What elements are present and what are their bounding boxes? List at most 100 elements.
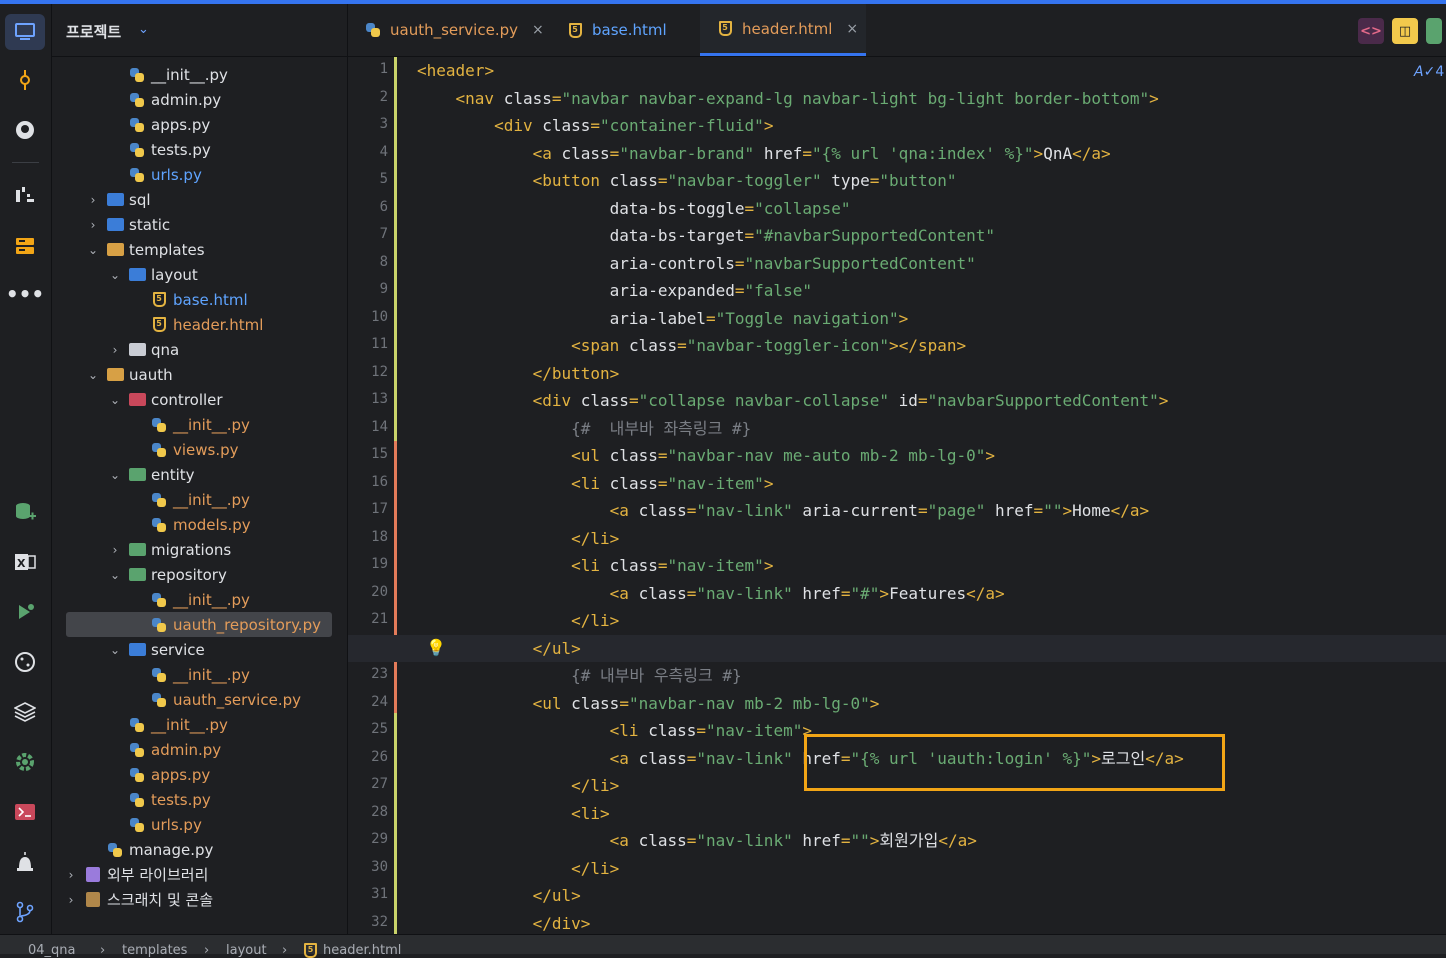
code-line[interactable]: <div class="container-fluid">	[348, 112, 1446, 139]
tree-item[interactable]: uauth_repository.py	[66, 612, 332, 637]
code-line[interactable]: </li>	[348, 855, 1446, 882]
structure-icon[interactable]	[5, 228, 45, 264]
split-view-icon[interactable]	[1426, 18, 1442, 44]
tab-uauth-service[interactable]: uauth_service.py ×	[364, 4, 544, 56]
tree-item[interactable]: tests.py	[52, 787, 342, 812]
tab-base-html[interactable]: 5 base.html	[566, 4, 667, 56]
tree-item[interactable]: apps.py	[52, 112, 342, 137]
tree-item[interactable]: › 외부 라이브러리	[52, 862, 342, 887]
commit-icon[interactable]	[5, 62, 45, 98]
code-line[interactable]: aria-label="Toggle navigation">	[348, 305, 1446, 332]
tree-item[interactable]: admin.py	[52, 737, 342, 762]
code-line[interactable]: data-bs-toggle="collapse"	[348, 195, 1446, 222]
more-tools-icon[interactable]: •••	[5, 276, 45, 312]
chevron-down-icon[interactable]: ⌄	[108, 568, 122, 582]
breadcrumb-layout[interactable]: layout	[226, 943, 267, 958]
tree-item[interactable]: __init__.py	[52, 62, 342, 87]
chevron-down-icon[interactable]: ⌄	[86, 368, 100, 382]
tree-item[interactable]: __init__.py	[52, 712, 342, 737]
chevron-right-icon[interactable]: ›	[86, 193, 100, 207]
chevron-right-icon[interactable]: ›	[64, 893, 78, 907]
tree-item[interactable]: ⌄ repository	[52, 562, 342, 587]
code-line[interactable]: <button class="navbar-toggler" type="but…	[348, 167, 1446, 194]
tree-item[interactable]: urls.py	[52, 162, 342, 187]
tree-item[interactable]: › qna	[52, 337, 342, 362]
breadcrumb-file[interactable]: 5 header.html	[304, 943, 401, 958]
project-view-icon[interactable]	[5, 14, 45, 50]
tree-item[interactable]: __init__.py	[52, 412, 342, 437]
tree-item[interactable]: urls.py	[52, 812, 342, 837]
chevron-down-icon[interactable]: ⌄	[86, 243, 100, 257]
chevron-down-icon[interactable]: ⌄	[138, 22, 149, 37]
chevron-right-icon[interactable]: ›	[108, 343, 122, 357]
code-line[interactable]: <header>	[348, 57, 1446, 84]
tree-item[interactable]: apps.py	[52, 762, 342, 787]
terminal-icon[interactable]	[5, 794, 45, 830]
tree-item[interactable]: ⌄ uauth	[52, 362, 342, 387]
code-line[interactable]: <li class="nav-item">	[348, 470, 1446, 497]
python-console-icon[interactable]	[5, 644, 45, 680]
code-line[interactable]: {# 내부바 좌측링크 #}	[348, 415, 1446, 442]
code-editor[interactable]: 1234567891011121314151617181920212223242…	[348, 57, 1446, 934]
tree-item[interactable]: ⌄ templates	[52, 237, 342, 262]
inspection-widget[interactable]: A✓4	[1414, 64, 1444, 80]
breadcrumb-project[interactable]: 04_qna	[28, 943, 76, 958]
project-panel-title[interactable]: 프로젝트	[66, 21, 121, 42]
tree-item[interactable]: › 스크래치 및 콘솔	[52, 887, 342, 912]
code-line[interactable]: </div>	[348, 910, 1446, 935]
tree-item[interactable]: __init__.py	[52, 487, 342, 512]
tree-item[interactable]: › sql	[52, 187, 342, 212]
code-line[interactable]: <div class="collapse navbar-collapse" id…	[348, 387, 1446, 414]
tree-item[interactable]: admin.py	[52, 87, 342, 112]
code-line[interactable]: {# 내부바 우측링크 #}	[348, 662, 1446, 689]
code-line[interactable]: aria-controls="navbarSupportedContent"	[348, 250, 1446, 277]
tree-item[interactable]: manage.py	[52, 837, 342, 862]
tree-item[interactable]: › static	[52, 212, 342, 237]
tree-item[interactable]: ⌄ service	[52, 637, 342, 662]
tree-item[interactable]: › migrations	[52, 537, 342, 562]
code-line[interactable]: </li>	[348, 525, 1446, 552]
tree-item[interactable]: models.py	[52, 512, 342, 537]
layers-icon[interactable]	[5, 694, 45, 730]
code-line[interactable]: <ul class="navbar-nav me-auto mb-2 mb-lg…	[348, 442, 1446, 469]
chevron-right-icon[interactable]: ›	[108, 543, 122, 557]
settings-gear-icon[interactable]	[5, 744, 45, 780]
tree-item[interactable]: ⌄ layout	[52, 262, 342, 287]
tree-item[interactable]: 5 base.html	[52, 287, 342, 312]
tab-close-icon[interactable]: ×	[532, 22, 544, 38]
tree-item[interactable]: 5 header.html	[52, 312, 342, 337]
tree-item[interactable]: ⌄ entity	[52, 462, 342, 487]
tree-item[interactable]: tests.py	[52, 137, 342, 162]
code-line[interactable]: <span class="navbar-toggler-icon"></span…	[348, 332, 1446, 359]
dataspell-icon[interactable]	[5, 178, 45, 214]
problems-icon[interactable]	[5, 844, 45, 880]
code-line[interactable]: <a class="nav-link" aria-current="page" …	[348, 497, 1446, 524]
code-line[interactable]: </li>	[348, 607, 1446, 634]
code-line[interactable]: <a class="nav-link" href="#">Features</a…	[348, 580, 1446, 607]
code-line[interactable]: <nav class="navbar navbar-expand-lg navb…	[348, 85, 1446, 112]
chevron-down-icon[interactable]: ⌄	[108, 393, 122, 407]
tree-item[interactable]: __init__.py	[52, 587, 342, 612]
tree-item[interactable]: uauth_service.py	[52, 687, 342, 712]
chevron-right-icon[interactable]: ›	[64, 868, 78, 882]
breadcrumb-templates[interactable]: templates	[122, 943, 187, 958]
github-icon[interactable]	[5, 112, 45, 148]
git-branch-icon[interactable]	[5, 894, 45, 930]
tab-header-html[interactable]: 5 header.html ×	[700, 4, 866, 56]
chevron-down-icon[interactable]: ⌄	[108, 468, 122, 482]
tree-item[interactable]: views.py	[52, 437, 342, 462]
chevron-right-icon[interactable]: ›	[86, 218, 100, 232]
code-line[interactable]: <li>	[348, 800, 1446, 827]
database-add-icon[interactable]	[5, 494, 45, 530]
tree-item[interactable]: ⌄ controller	[52, 387, 342, 412]
code-line[interactable]: <ul class="navbar-nav mb-2 mb-lg-0">	[348, 690, 1446, 717]
chevron-down-icon[interactable]: ⌄	[108, 643, 122, 657]
code-view-icon[interactable]: <>	[1358, 18, 1384, 44]
code-line[interactable]: <li class="nav-item">	[348, 552, 1446, 579]
preview-icon[interactable]: ◫	[1392, 18, 1418, 44]
run-icon[interactable]	[5, 594, 45, 630]
tree-item[interactable]: __init__.py	[52, 662, 342, 687]
code-line[interactable]: data-bs-target="#navbarSupportedContent"	[348, 222, 1446, 249]
code-line[interactable]: <a class="navbar-brand" href="{% url 'qn…	[348, 140, 1446, 167]
code-line[interactable]: </ul>	[348, 882, 1446, 909]
